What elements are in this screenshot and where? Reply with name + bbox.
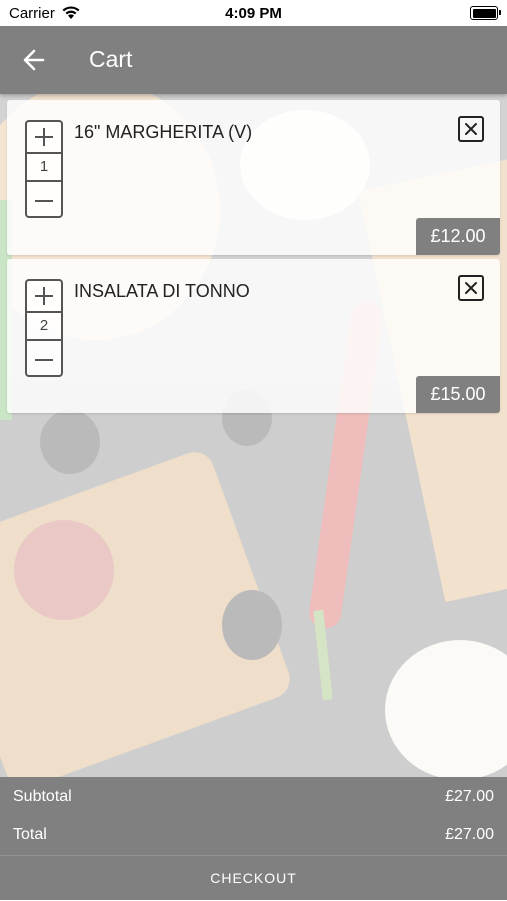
remove-item-button[interactable]: [458, 275, 484, 301]
item-name: 16" MARGHERITA (V): [74, 122, 253, 142]
battery-icon: [470, 6, 501, 20]
total-label: Total: [13, 826, 47, 843]
close-icon: [465, 123, 477, 135]
increase-quantity-button[interactable]: [27, 281, 61, 311]
back-button[interactable]: [19, 46, 49, 74]
quantity-stepper: 1: [25, 120, 63, 218]
decrease-quantity-button[interactable]: [27, 345, 61, 375]
status-bar: Carrier 4:09 PM: [0, 0, 507, 26]
subtotal-value: £27.00: [445, 788, 494, 805]
total-row: Total £27.00: [13, 826, 494, 850]
decrease-quantity-button[interactable]: [27, 186, 61, 216]
total-value: £27.00: [445, 826, 494, 843]
subtotal-label: Subtotal: [13, 788, 72, 805]
cart-item: 2 INSALATA DI TONNO £15.00: [7, 259, 500, 413]
arrow-left-icon: [23, 49, 45, 71]
increase-quantity-button[interactable]: [27, 122, 61, 152]
status-time: 4:09 PM: [225, 5, 282, 22]
item-price: £15.00: [416, 376, 500, 413]
page-title: Cart: [89, 46, 133, 72]
cart-item: 1 16" MARGHERITA (V) £12.00: [7, 100, 500, 255]
subtotal-row: Subtotal £27.00: [13, 788, 494, 812]
checkout-button[interactable]: CHECKOUT: [0, 855, 507, 901]
quantity-value: 1: [27, 152, 61, 182]
quantity-value: 2: [27, 311, 61, 341]
remove-item-button[interactable]: [458, 116, 484, 142]
close-icon: [465, 282, 477, 294]
item-name: INSALATA DI TONNO: [74, 281, 250, 301]
cart-summary: Subtotal £27.00 Total £27.00 CHECKOUT: [0, 777, 507, 900]
item-price: £12.00: [416, 218, 500, 255]
nav-bar: Cart: [0, 26, 507, 94]
quantity-stepper: 2: [25, 279, 63, 377]
